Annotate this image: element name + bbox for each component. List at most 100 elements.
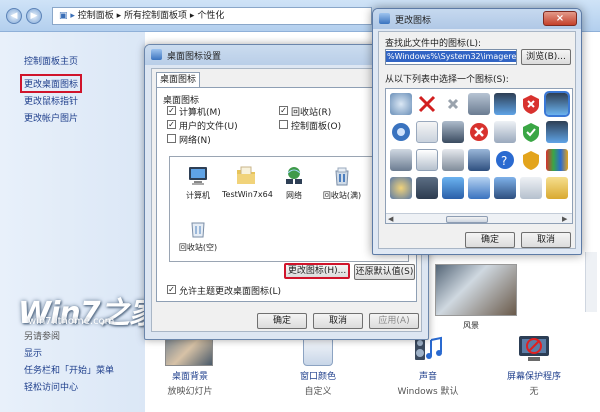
icon-grid[interactable]: ? ◀ ▶ [385,88,573,224]
control-panel-checkbox[interactable] [279,120,288,129]
change-account-picture-link[interactable]: 更改帐户图片 [24,111,78,124]
apply-button[interactable]: 应用(A) [369,313,419,329]
user-folder-item-label: TestWin7x64 [222,190,273,199]
grid-icon[interactable] [442,93,464,115]
network-item[interactable]: 网络 [270,165,318,201]
grid-icon[interactable] [416,121,438,143]
scroll-right-icon[interactable]: ▶ [562,215,567,223]
grid-icon[interactable] [416,177,438,199]
network-checkbox-label: 网络(N) [179,136,211,146]
breadcrumb-item[interactable]: 控制面板 [78,11,114,21]
ease-of-access-link[interactable]: 轻松访问中心 [24,380,78,393]
cancel-button[interactable]: 取消 [313,313,363,329]
recycle-bin-checkbox-label: 回收站(R) [291,108,332,118]
grid-icon[interactable] [546,177,568,199]
recycle-bin-empty-icon [187,217,209,239]
grid-icon[interactable] [494,177,516,199]
grid-icon[interactable] [468,121,490,143]
back-button[interactable]: ◀ [6,8,22,24]
forward-button[interactable]: ▶ [26,8,42,24]
grid-icon[interactable] [520,93,542,115]
grid-icon[interactable] [390,121,412,143]
recycle-bin-empty-item[interactable]: 回收站(空) [174,217,222,253]
allow-theme-checkbox[interactable]: ✓ [167,285,176,294]
select-label: 从以下列表中选择一个图标(S): [385,75,509,85]
breadcrumb-item[interactable]: 所有控制面板项 [124,11,187,21]
change-desktop-icons-link[interactable]: 更改桌面图标 [20,74,83,93]
dialog-app-icon [151,49,162,60]
recycle-bin-full-icon [331,165,353,187]
user-files-checkbox[interactable]: ✓ [167,120,176,129]
window-color-title[interactable]: 窗口颜色 [283,369,353,382]
dialog-title: 更改图标 [395,16,432,26]
sounds-sub: Windows 默认 [397,387,459,397]
breadcrumb-item[interactable]: 个性化 [197,11,224,21]
network-icon [283,165,305,187]
theme-thumbnail[interactable] [435,264,517,316]
icon-grid-scrollbar[interactable]: ◀ ▶ [386,213,572,223]
screensaver-sub: 无 [529,387,539,397]
computer-item[interactable]: 计算机 [174,165,222,201]
screensaver-icon[interactable] [517,334,551,364]
grid-icon[interactable] [416,149,438,171]
computer-checkbox[interactable]: ✓ [167,106,176,115]
restore-default-button[interactable]: 还原默认值(S) [354,264,415,280]
tab-desktop-icons[interactable]: 桌面图标 [156,72,200,88]
window-color-icon[interactable] [303,336,333,366]
grid-icon[interactable] [494,121,516,143]
grid-icon[interactable] [546,121,568,143]
find-label: 查找此文件中的图标(L): [385,39,482,49]
svg-text:?: ? [501,154,507,168]
grid-icon[interactable] [468,177,490,199]
grid-icon[interactable] [442,177,464,199]
display-link[interactable]: 显示 [24,346,42,359]
icon-file-path-text: %Windows%\System32\imageres.dll [386,51,516,62]
grid-icon[interactable] [416,93,438,115]
control-panel-home-link[interactable]: 控制面板主页 [24,54,78,67]
cancel-button[interactable]: 取消 [521,232,571,248]
change-icon-button[interactable]: 更改图标(H)... [284,263,350,279]
grid-icon[interactable] [390,177,412,199]
breadcrumb-root-icon: ▣ ▸ [59,11,78,21]
grid-icon[interactable] [520,121,542,143]
change-mouse-pointer-link[interactable]: 更改鼠标指针 [24,94,78,107]
desktop-background-title[interactable]: 桌面背景 [155,369,225,382]
recycle-bin-empty-item-label: 回收站(空) [178,243,218,252]
computer-checkbox-label: 计算机(M) [179,108,221,118]
grid-icon[interactable] [442,121,464,143]
ok-button[interactable]: 确定 [257,313,307,329]
grid-icon[interactable] [546,149,568,171]
ok-button[interactable]: 确定 [465,232,515,248]
grid-icon[interactable] [494,93,516,115]
grid-icon[interactable] [442,149,464,171]
screensaver-title[interactable]: 屏幕保护程序 [497,369,571,382]
network-item-label: 网络 [286,191,302,200]
grid-icon[interactable] [390,93,412,115]
scroll-left-icon[interactable]: ◀ [388,215,393,223]
task-pane: 控制面板主页 更改桌面图标 更改鼠标指针 更改帐户图片 另请参阅 显示 任务栏和… [0,32,145,412]
scroll-thumb[interactable] [446,216,488,223]
grid-icon[interactable] [468,149,490,171]
network-checkbox[interactable] [167,134,176,143]
taskbar-start-menu-link[interactable]: 任务栏和「开始」菜单 [24,363,114,376]
user-folder-item[interactable]: TestWin7x64 [222,165,273,199]
grid-icon[interactable]: ? [494,149,516,171]
sounds-title[interactable]: 声音 [393,369,463,382]
grid-icon-selected[interactable] [544,91,570,117]
change-icon-dialog: 更改图标 × 查找此文件中的图标(L): %Windows%\System32\… [372,8,582,255]
grid-icon[interactable] [520,149,542,171]
grid-icon[interactable] [520,177,542,199]
grid-icon[interactable] [468,93,490,115]
icon-file-path-input[interactable]: %Windows%\System32\imageres.dll [385,49,517,65]
recycle-bin-full-item[interactable]: 回收站(满) [318,165,366,201]
dialog-titlebar[interactable]: 更改图标 × [373,9,581,29]
recycle-bin-checkbox[interactable]: ✓ [279,106,288,115]
theme-scrollbar[interactable] [585,252,597,312]
close-icon[interactable]: × [543,11,577,26]
user-folder-icon [235,165,257,187]
grid-icon[interactable] [390,149,412,171]
breadcrumb[interactable]: ▣ ▸ 控制面板 ▸ 所有控制面板项 ▸ 个性化 [52,7,372,25]
control-panel-checkbox-label: 控制面板(O) [291,122,342,132]
browse-button[interactable]: 浏览(B)... [521,49,571,65]
recycle-bin-full-item-label: 回收站(满) [322,191,362,200]
